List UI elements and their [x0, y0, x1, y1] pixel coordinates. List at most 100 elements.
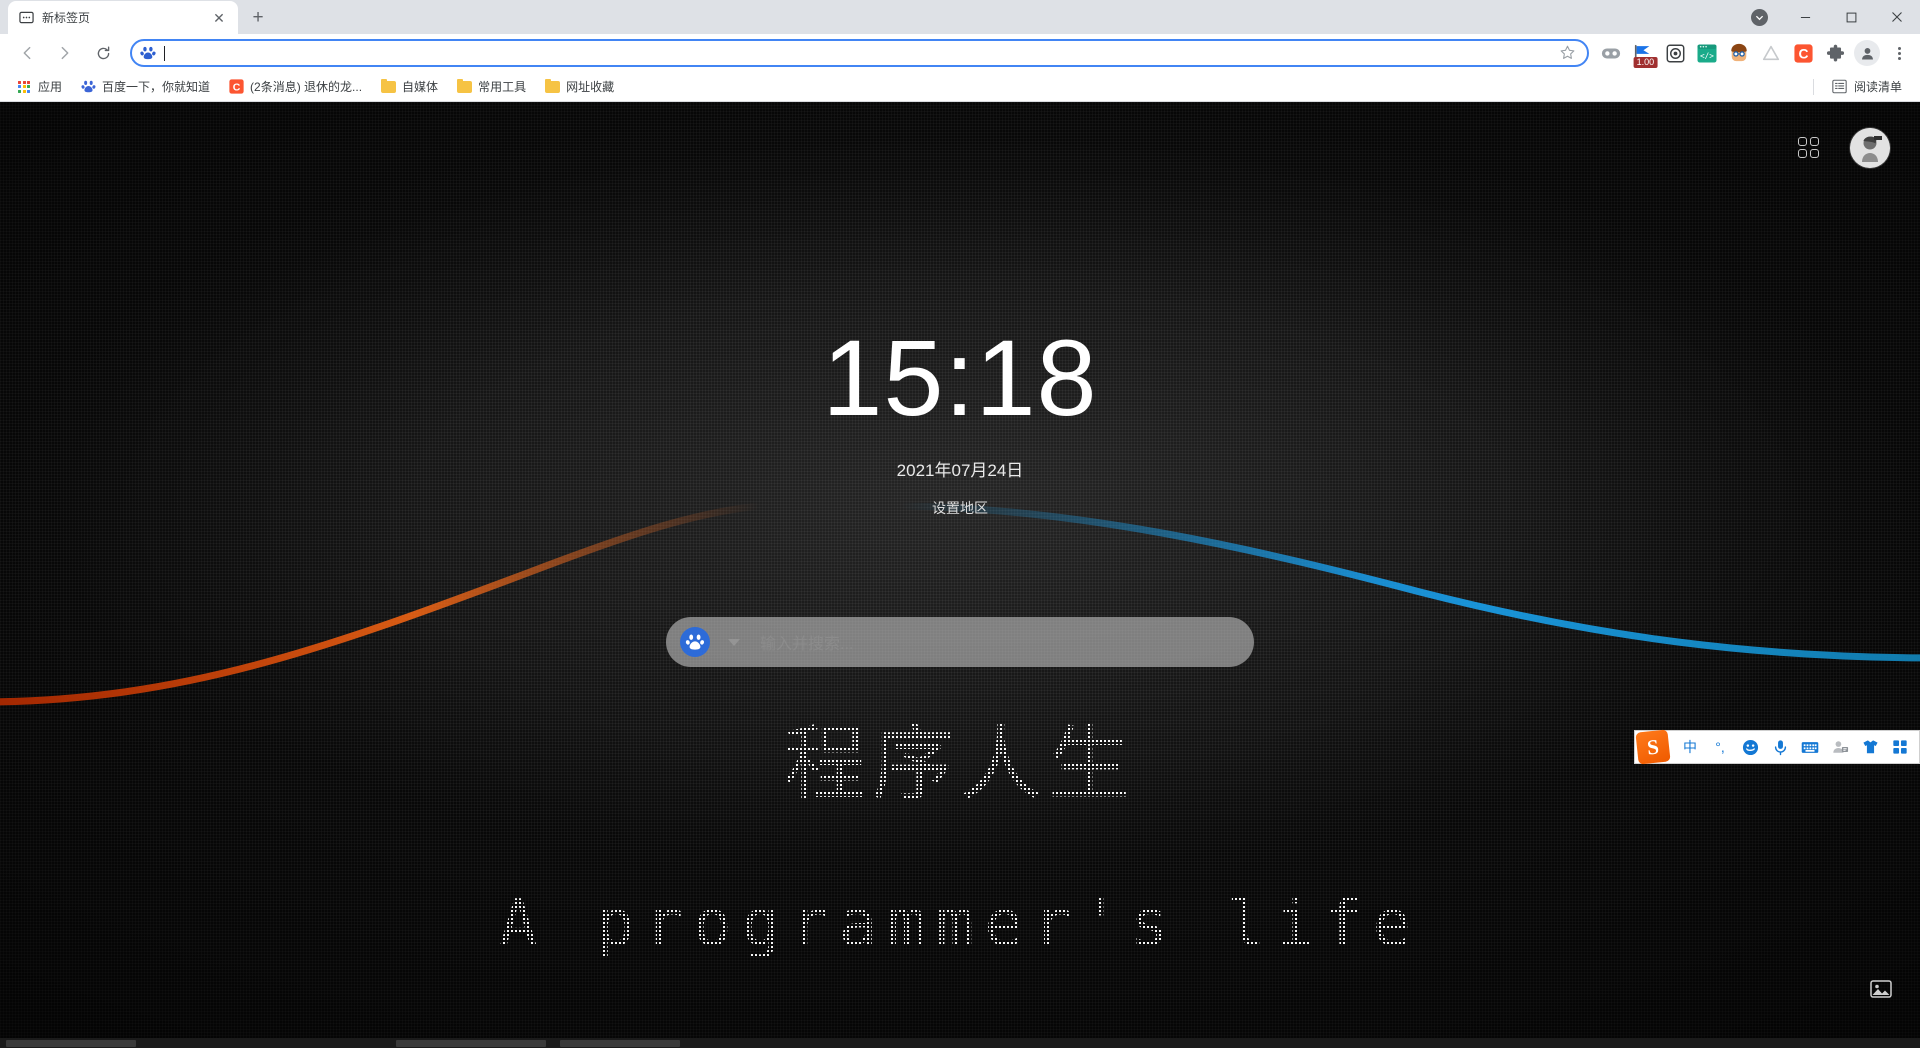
chevron-down-icon[interactable]: [728, 638, 740, 646]
csdn-icon: C: [228, 79, 244, 95]
baidu-paw-icon[interactable]: [680, 627, 710, 657]
wallpaper-title-en: A programmer's life: [0, 892, 1920, 956]
ntp-top-right-controls: [1798, 128, 1890, 168]
bookmark-folder-sites[interactable]: 网址收藏: [536, 75, 622, 99]
tab-manager-extension[interactable]: [1596, 39, 1626, 67]
image-icon[interactable]: [1870, 978, 1892, 1000]
minimize-icon: [1800, 16, 1810, 18]
chevron-down-icon: [1750, 8, 1768, 26]
reload-button[interactable]: [89, 39, 117, 67]
profile-avatar-button[interactable]: [1854, 40, 1880, 66]
extension-icons: 1.00 </> C: [1595, 39, 1851, 68]
new-tab-page: 15:18 2021年07月24日 设置地区 输入并搜索... 程序人生 A p…: [0, 102, 1920, 1048]
collapse-button[interactable]: [1736, 0, 1782, 34]
taskbar-item[interactable]: [396, 1039, 546, 1047]
target-icon: [1666, 44, 1684, 62]
toolbox-icon[interactable]: [1887, 734, 1913, 760]
language-mode-toggle[interactable]: 中: [1677, 734, 1703, 760]
taskbar-item[interactable]: [560, 1039, 680, 1047]
apps-four-grid-icon[interactable]: [1798, 137, 1820, 159]
puzzle-extensions-menu[interactable]: [1820, 39, 1850, 67]
bookmark-label: 网址收藏: [566, 80, 615, 94]
reading-list-button[interactable]: 阅读清单: [1824, 75, 1910, 99]
face-extension[interactable]: [1724, 39, 1754, 67]
bookmark-label: 自媒体: [402, 80, 439, 94]
user-avatar[interactable]: [1850, 128, 1890, 168]
tab-title: 新标签页: [42, 11, 91, 25]
bookmark-star-icon[interactable]: [1559, 44, 1577, 62]
maximize-button[interactable]: [1828, 0, 1874, 34]
flag-extension[interactable]: 1.00: [1628, 39, 1658, 68]
csdn-icon: C: [1793, 43, 1813, 63]
voice-input-icon[interactable]: [1767, 734, 1793, 760]
csdn-extension[interactable]: C: [1788, 39, 1818, 67]
address-input[interactable]: [164, 45, 1559, 61]
newtab-icon: [18, 10, 34, 26]
close-icon: [1892, 12, 1902, 22]
bookmark-folder-zimeiti[interactable]: 自媒体: [372, 75, 446, 99]
wallpaper-title-cn: 程序人生: [0, 724, 1920, 806]
clock-date: 2021年07月24日: [896, 461, 1024, 480]
tab-manager-icon: [1601, 48, 1621, 59]
search-input[interactable]: 输入并搜索...: [760, 630, 853, 654]
sogou-logo-icon[interactable]: S: [1635, 729, 1671, 765]
new-tab-button[interactable]: +: [244, 3, 272, 31]
minimize-button[interactable]: [1782, 0, 1828, 34]
chrome-menu-button[interactable]: [1886, 39, 1912, 67]
code-extension[interactable]: </>: [1692, 39, 1722, 67]
close-window-button[interactable]: [1874, 0, 1920, 34]
folder-icon: [456, 78, 472, 95]
wallpaper-title-cn-text: 程序人生: [783, 717, 1136, 812]
maximize-icon: [1846, 12, 1856, 22]
bookmark-item-baidu[interactable]: 百度一下，你就知道: [72, 75, 218, 99]
bookmark-label: 百度一下，你就知道: [102, 80, 211, 94]
punctuation-toggle[interactable]: °,: [1707, 734, 1733, 760]
folder-icon: [544, 78, 560, 95]
window-controls: [1736, 0, 1920, 34]
target-extension[interactable]: [1660, 39, 1690, 67]
reading-list-icon: [1832, 79, 1848, 95]
menu-dot: [1897, 46, 1901, 50]
wallpaper-title-en-text: A programmer's life: [498, 887, 1422, 961]
soft-keyboard-icon[interactable]: [1797, 734, 1823, 760]
baidu-paw-icon: [140, 45, 156, 61]
search-box[interactable]: 输入并搜索...: [666, 617, 1254, 667]
bookmarks-bar: 应用 百度一下，你就知道 C (2条消息) 退休的龙... 自媒体 常用工具 网…: [0, 72, 1920, 102]
code-window-icon: </>: [1697, 43, 1717, 63]
divider: [1812, 78, 1814, 95]
set-region-link[interactable]: 设置地区: [0, 498, 1920, 518]
clock-time: 15:18: [822, 317, 1098, 438]
avatar-icon: [1861, 47, 1873, 59]
bookmark-folder-tools[interactable]: 常用工具: [448, 75, 534, 99]
svg-text:C: C: [1798, 45, 1808, 61]
extension-badge: 1.00: [1633, 57, 1658, 68]
text-cursor: [164, 45, 165, 61]
browser-toolbar: 1.00 </> C: [0, 34, 1920, 72]
bookmark-label: (2条消息) 退休的龙...: [250, 80, 363, 94]
sogou-ime-toolbar[interactable]: S 中 °,: [1634, 729, 1920, 765]
menu-dot: [1897, 51, 1901, 55]
browser-window: 新标签页 ✕ + 1.00 </> C 应用 百度一下，你就知道 C (2条消息…: [0, 0, 1920, 1048]
emoji-picker[interactable]: [1737, 734, 1763, 760]
address-bar[interactable]: [130, 39, 1589, 67]
taskbar-item[interactable]: [6, 1039, 136, 1047]
arrow-right-icon: [61, 46, 69, 60]
forward-button[interactable]: [51, 39, 79, 67]
bookmark-item-csdn[interactable]: C (2条消息) 退休的龙...: [220, 75, 370, 99]
mountain-icon: [1762, 45, 1780, 61]
close-icon[interactable]: ✕: [210, 9, 228, 27]
os-taskbar[interactable]: [0, 1038, 1920, 1048]
mountain-extension[interactable]: [1756, 39, 1786, 67]
baidu-paw-icon: [80, 79, 96, 95]
bookmark-item-apps[interactable]: 应用: [8, 75, 70, 99]
clock-block: 15:18 2021年07月24日 设置地区: [0, 324, 1920, 518]
face-icon: [1731, 43, 1747, 62]
puzzle-icon: [1826, 44, 1844, 61]
bookmark-label: 应用: [38, 80, 63, 94]
skin-chooser-icon[interactable]: [1857, 734, 1883, 760]
arrow-left-icon: [23, 46, 31, 60]
browser-tab[interactable]: 新标签页 ✕: [8, 1, 238, 34]
svg-text:</>: </>: [1700, 51, 1714, 60]
back-button[interactable]: [13, 39, 41, 67]
user-account-icon[interactable]: [1827, 734, 1853, 760]
